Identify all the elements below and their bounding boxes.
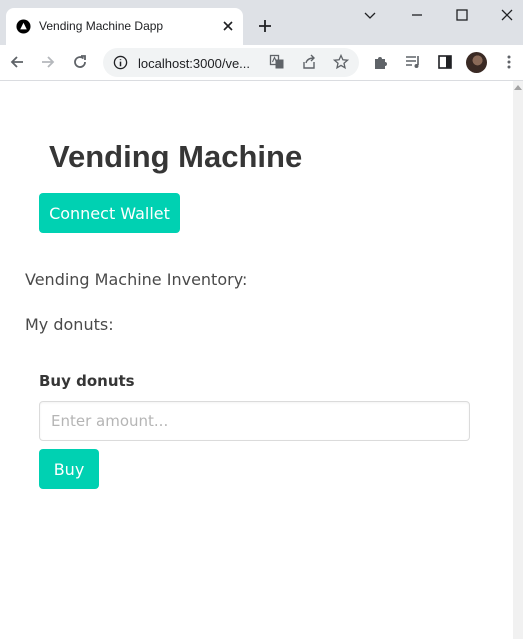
plus-icon[interactable]	[257, 18, 273, 34]
tab-title: Vending Machine Dapp	[39, 19, 164, 33]
scrollbar[interactable]	[513, 81, 523, 639]
my-donuts-label: My donuts:	[25, 315, 114, 334]
reading-list-icon[interactable]	[405, 54, 421, 70]
extensions-icon[interactable]	[373, 54, 389, 70]
connect-wallet-button[interactable]: Connect Wallet	[39, 193, 180, 233]
minimize-icon[interactable]	[363, 8, 377, 22]
reload-icon[interactable]	[72, 54, 88, 70]
browser-tab[interactable]: Vending Machine Dapp	[6, 8, 243, 45]
close-icon[interactable]	[220, 18, 236, 34]
star-icon[interactable]	[333, 54, 349, 70]
app-favicon	[16, 19, 31, 34]
browser-toolbar: localhost:3000/ve...	[0, 45, 523, 81]
share-icon[interactable]	[301, 54, 317, 70]
kebab-menu-icon[interactable]	[501, 54, 517, 70]
minimize-icon[interactable]	[410, 8, 424, 22]
amount-input[interactable]	[39, 401, 470, 441]
address-bar[interactable]: localhost:3000/ve...	[103, 48, 359, 77]
side-panel-icon[interactable]	[437, 54, 453, 70]
browser-tabstrip: Vending Machine Dapp	[0, 0, 523, 45]
maximize-icon[interactable]	[455, 8, 469, 22]
info-icon[interactable]	[113, 55, 128, 70]
window-close-icon[interactable]	[500, 8, 514, 22]
scroll-up-arrow-icon[interactable]	[514, 85, 522, 90]
url-text: localhost:3000/ve...	[138, 56, 251, 71]
page-content: Vending Machine Connect Wallet Vending M…	[0, 81, 513, 639]
back-icon[interactable]	[9, 54, 25, 70]
buy-button[interactable]: Buy	[39, 449, 99, 489]
inventory-label: Vending Machine Inventory:	[25, 270, 248, 289]
page-title: Vending Machine	[49, 139, 303, 174]
translate-icon[interactable]	[269, 54, 285, 70]
forward-icon[interactable]	[40, 54, 56, 70]
buy-donuts-label: Buy donuts	[39, 372, 135, 390]
avatar[interactable]	[466, 52, 487, 73]
